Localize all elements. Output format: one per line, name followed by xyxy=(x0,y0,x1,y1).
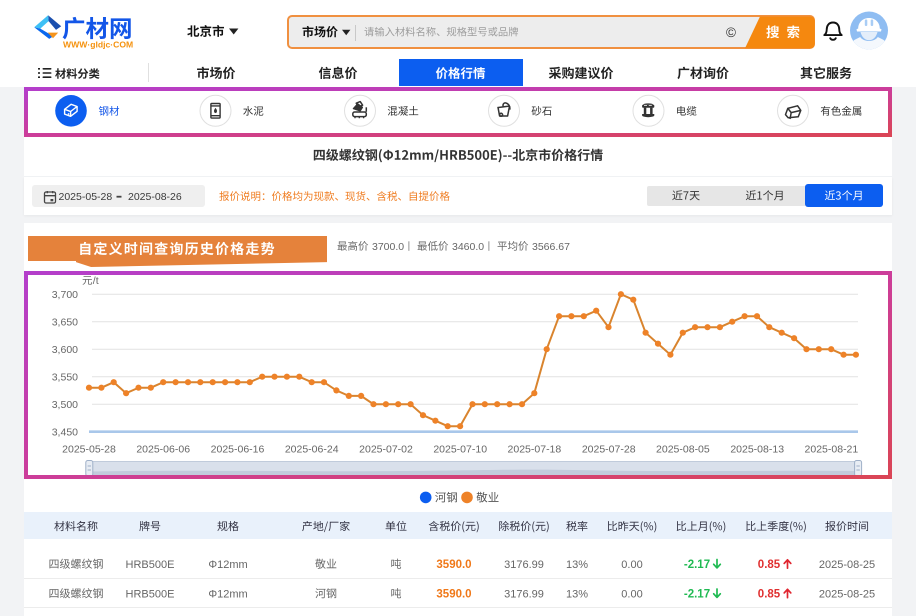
svg-text:3460.0: 3460.0 xyxy=(452,241,484,253)
svg-text:3590.0: 3590.0 xyxy=(436,559,471,571)
svg-text:13%: 13% xyxy=(566,559,588,571)
svg-text:/t: /t xyxy=(93,275,99,287)
svg-text:2025-08-05: 2025-08-05 xyxy=(656,444,710,456)
svg-text:HRB500E: HRB500E xyxy=(126,588,175,600)
svg-text:Φ12mm: Φ12mm xyxy=(208,559,247,571)
svg-text:13%: 13% xyxy=(566,588,588,600)
svg-text:2025-05-28: 2025-05-28 xyxy=(59,191,113,203)
svg-text:3176.99: 3176.99 xyxy=(504,588,544,600)
svg-text:2025-08-21: 2025-08-21 xyxy=(805,444,859,456)
svg-text:2025-06-16: 2025-06-16 xyxy=(211,444,265,456)
svg-text:3176.99: 3176.99 xyxy=(504,559,544,571)
svg-text:2025-07-18: 2025-07-18 xyxy=(508,444,562,456)
svg-text:2025-07-10: 2025-07-10 xyxy=(433,444,487,456)
svg-text:2025-06-24: 2025-06-24 xyxy=(285,444,339,456)
svg-text:2025-05-28: 2025-05-28 xyxy=(62,444,116,456)
svg-text:Φ12mm: Φ12mm xyxy=(208,588,247,600)
svg-text:3,450: 3,450 xyxy=(52,426,78,438)
svg-text:2025-08-25: 2025-08-25 xyxy=(819,559,875,571)
svg-text:2025-07-28: 2025-07-28 xyxy=(582,444,636,456)
svg-text:2025-08-13: 2025-08-13 xyxy=(730,444,784,456)
svg-text:3700.0: 3700.0 xyxy=(372,241,404,253)
svg-text:3,650: 3,650 xyxy=(52,316,78,328)
svg-text:-2.17: -2.17 xyxy=(684,559,710,571)
svg-text:0.00: 0.00 xyxy=(621,559,642,571)
svg-text:2025-08-25: 2025-08-25 xyxy=(819,588,875,600)
svg-text:WWW·gldjc·COM: WWW·gldjc·COM xyxy=(63,39,133,49)
svg-text:3566.67: 3566.67 xyxy=(532,241,570,253)
svg-text:3,600: 3,600 xyxy=(52,344,78,356)
svg-text:2025-06-06: 2025-06-06 xyxy=(136,444,190,456)
svg-text:0.00: 0.00 xyxy=(621,588,642,600)
svg-text:2025-07-02: 2025-07-02 xyxy=(359,444,413,456)
svg-text:©: © xyxy=(726,25,736,40)
svg-text:0.85: 0.85 xyxy=(758,559,781,571)
svg-text:0.85: 0.85 xyxy=(758,588,781,600)
svg-text:-2.17: -2.17 xyxy=(684,588,710,600)
svg-text:3,550: 3,550 xyxy=(52,371,78,383)
svg-text:3590.0: 3590.0 xyxy=(436,588,471,600)
svg-text:3,700: 3,700 xyxy=(52,289,78,301)
svg-text:3,500: 3,500 xyxy=(52,399,78,411)
svg-text:HRB500E: HRB500E xyxy=(126,559,175,571)
svg-text:2025-08-26: 2025-08-26 xyxy=(128,191,182,203)
